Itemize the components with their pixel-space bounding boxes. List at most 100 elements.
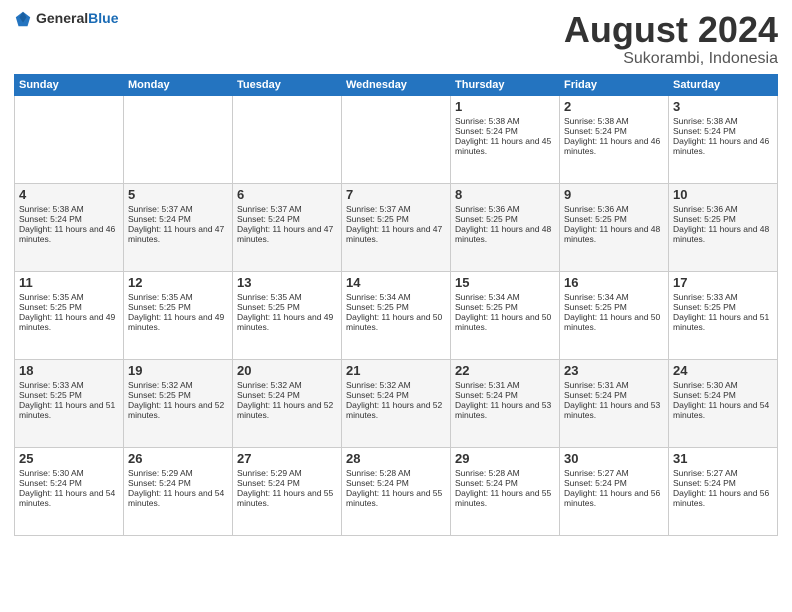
sunset-text: Sunset: 5:24 PM [237, 214, 337, 224]
calendar-cell: 4Sunrise: 5:38 AMSunset: 5:24 PMDaylight… [15, 183, 124, 271]
day-number: 19 [128, 363, 228, 378]
sunset-text: Sunset: 5:24 PM [673, 478, 773, 488]
sunset-text: Sunset: 5:24 PM [455, 478, 555, 488]
day-number: 27 [237, 451, 337, 466]
daylight-text: Daylight: 11 hours and 47 minutes. [346, 224, 446, 244]
day-number: 30 [564, 451, 664, 466]
day-number: 20 [237, 363, 337, 378]
daylight-text: Daylight: 11 hours and 48 minutes. [673, 224, 773, 244]
calendar-cell: 1Sunrise: 5:38 AMSunset: 5:24 PMDaylight… [451, 95, 560, 183]
sunrise-text: Sunrise: 5:30 AM [673, 380, 773, 390]
calendar-week-row: 18Sunrise: 5:33 AMSunset: 5:25 PMDayligh… [15, 359, 778, 447]
sunset-text: Sunset: 5:24 PM [564, 126, 664, 136]
calendar-cell: 2Sunrise: 5:38 AMSunset: 5:24 PMDaylight… [560, 95, 669, 183]
logo-text-general: General [36, 10, 88, 26]
calendar-cell: 12Sunrise: 5:35 AMSunset: 5:25 PMDayligh… [124, 271, 233, 359]
day-number: 10 [673, 187, 773, 202]
daylight-text: Daylight: 11 hours and 56 minutes. [564, 488, 664, 508]
header-saturday: Saturday [669, 74, 778, 95]
daylight-text: Daylight: 11 hours and 49 minutes. [19, 312, 119, 332]
sunset-text: Sunset: 5:24 PM [128, 214, 228, 224]
logo-text-blue: Blue [88, 10, 118, 26]
sunrise-text: Sunrise: 5:33 AM [673, 292, 773, 302]
sunset-text: Sunset: 5:25 PM [673, 302, 773, 312]
sunset-text: Sunset: 5:25 PM [455, 302, 555, 312]
calendar-cell: 17Sunrise: 5:33 AMSunset: 5:25 PMDayligh… [669, 271, 778, 359]
calendar-cell: 15Sunrise: 5:34 AMSunset: 5:25 PMDayligh… [451, 271, 560, 359]
daylight-text: Daylight: 11 hours and 46 minutes. [564, 136, 664, 156]
day-number: 2 [564, 99, 664, 114]
sunset-text: Sunset: 5:24 PM [564, 390, 664, 400]
sunset-text: Sunset: 5:24 PM [455, 390, 555, 400]
day-number: 3 [673, 99, 773, 114]
daylight-text: Daylight: 11 hours and 48 minutes. [564, 224, 664, 244]
daylight-text: Daylight: 11 hours and 54 minutes. [19, 488, 119, 508]
calendar-cell: 28Sunrise: 5:28 AMSunset: 5:24 PMDayligh… [342, 447, 451, 535]
calendar-cell: 14Sunrise: 5:34 AMSunset: 5:25 PMDayligh… [342, 271, 451, 359]
sunrise-text: Sunrise: 5:34 AM [564, 292, 664, 302]
header-tuesday: Tuesday [233, 74, 342, 95]
day-number: 21 [346, 363, 446, 378]
header-wednesday: Wednesday [342, 74, 451, 95]
calendar-cell: 9Sunrise: 5:36 AMSunset: 5:25 PMDaylight… [560, 183, 669, 271]
day-number: 4 [19, 187, 119, 202]
day-number: 13 [237, 275, 337, 290]
day-number: 26 [128, 451, 228, 466]
calendar-header: Sunday Monday Tuesday Wednesday Thursday… [15, 74, 778, 95]
calendar-cell [342, 95, 451, 183]
sunrise-text: Sunrise: 5:38 AM [673, 116, 773, 126]
day-number: 16 [564, 275, 664, 290]
daylight-text: Daylight: 11 hours and 50 minutes. [564, 312, 664, 332]
daylight-text: Daylight: 11 hours and 46 minutes. [673, 136, 773, 156]
calendar-cell: 23Sunrise: 5:31 AMSunset: 5:24 PMDayligh… [560, 359, 669, 447]
sunrise-text: Sunrise: 5:32 AM [346, 380, 446, 390]
calendar-location: Sukorambi, Indonesia [564, 50, 778, 68]
sunrise-text: Sunrise: 5:32 AM [128, 380, 228, 390]
sunrise-text: Sunrise: 5:27 AM [673, 468, 773, 478]
header-row: Sunday Monday Tuesday Wednesday Thursday… [15, 74, 778, 95]
day-number: 14 [346, 275, 446, 290]
sunset-text: Sunset: 5:25 PM [455, 214, 555, 224]
daylight-text: Daylight: 11 hours and 55 minutes. [237, 488, 337, 508]
sunset-text: Sunset: 5:24 PM [19, 214, 119, 224]
calendar-cell: 21Sunrise: 5:32 AMSunset: 5:24 PMDayligh… [342, 359, 451, 447]
sunrise-text: Sunrise: 5:36 AM [564, 204, 664, 214]
calendar-cell: 8Sunrise: 5:36 AMSunset: 5:25 PMDaylight… [451, 183, 560, 271]
daylight-text: Daylight: 11 hours and 52 minutes. [346, 400, 446, 420]
sunrise-text: Sunrise: 5:33 AM [19, 380, 119, 390]
sunrise-text: Sunrise: 5:28 AM [455, 468, 555, 478]
sunrise-text: Sunrise: 5:31 AM [564, 380, 664, 390]
calendar-cell [15, 95, 124, 183]
calendar-table: Sunday Monday Tuesday Wednesday Thursday… [14, 74, 778, 536]
sunrise-text: Sunrise: 5:34 AM [455, 292, 555, 302]
header-friday: Friday [560, 74, 669, 95]
day-number: 15 [455, 275, 555, 290]
sunset-text: Sunset: 5:24 PM [237, 390, 337, 400]
day-number: 28 [346, 451, 446, 466]
calendar-cell: 29Sunrise: 5:28 AMSunset: 5:24 PMDayligh… [451, 447, 560, 535]
calendar-cell: 31Sunrise: 5:27 AMSunset: 5:24 PMDayligh… [669, 447, 778, 535]
sunset-text: Sunset: 5:25 PM [564, 214, 664, 224]
sunset-text: Sunset: 5:25 PM [128, 302, 228, 312]
calendar-week-row: 4Sunrise: 5:38 AMSunset: 5:24 PMDaylight… [15, 183, 778, 271]
calendar-cell: 7Sunrise: 5:37 AMSunset: 5:25 PMDaylight… [342, 183, 451, 271]
sunrise-text: Sunrise: 5:35 AM [128, 292, 228, 302]
sunset-text: Sunset: 5:24 PM [455, 126, 555, 136]
sunset-text: Sunset: 5:24 PM [673, 390, 773, 400]
header-sunday: Sunday [15, 74, 124, 95]
daylight-text: Daylight: 11 hours and 51 minutes. [673, 312, 773, 332]
calendar-cell: 16Sunrise: 5:34 AMSunset: 5:25 PMDayligh… [560, 271, 669, 359]
daylight-text: Daylight: 11 hours and 55 minutes. [346, 488, 446, 508]
header: GeneralBlue August 2024 Sukorambi, Indon… [14, 10, 778, 68]
header-thursday: Thursday [451, 74, 560, 95]
calendar-week-row: 1Sunrise: 5:38 AMSunset: 5:24 PMDaylight… [15, 95, 778, 183]
calendar-cell: 3Sunrise: 5:38 AMSunset: 5:24 PMDaylight… [669, 95, 778, 183]
sunset-text: Sunset: 5:25 PM [19, 302, 119, 312]
day-number: 24 [673, 363, 773, 378]
daylight-text: Daylight: 11 hours and 54 minutes. [128, 488, 228, 508]
sunset-text: Sunset: 5:25 PM [673, 214, 773, 224]
sunrise-text: Sunrise: 5:29 AM [128, 468, 228, 478]
daylight-text: Daylight: 11 hours and 56 minutes. [673, 488, 773, 508]
calendar-cell: 5Sunrise: 5:37 AMSunset: 5:24 PMDaylight… [124, 183, 233, 271]
calendar-cell: 27Sunrise: 5:29 AMSunset: 5:24 PMDayligh… [233, 447, 342, 535]
